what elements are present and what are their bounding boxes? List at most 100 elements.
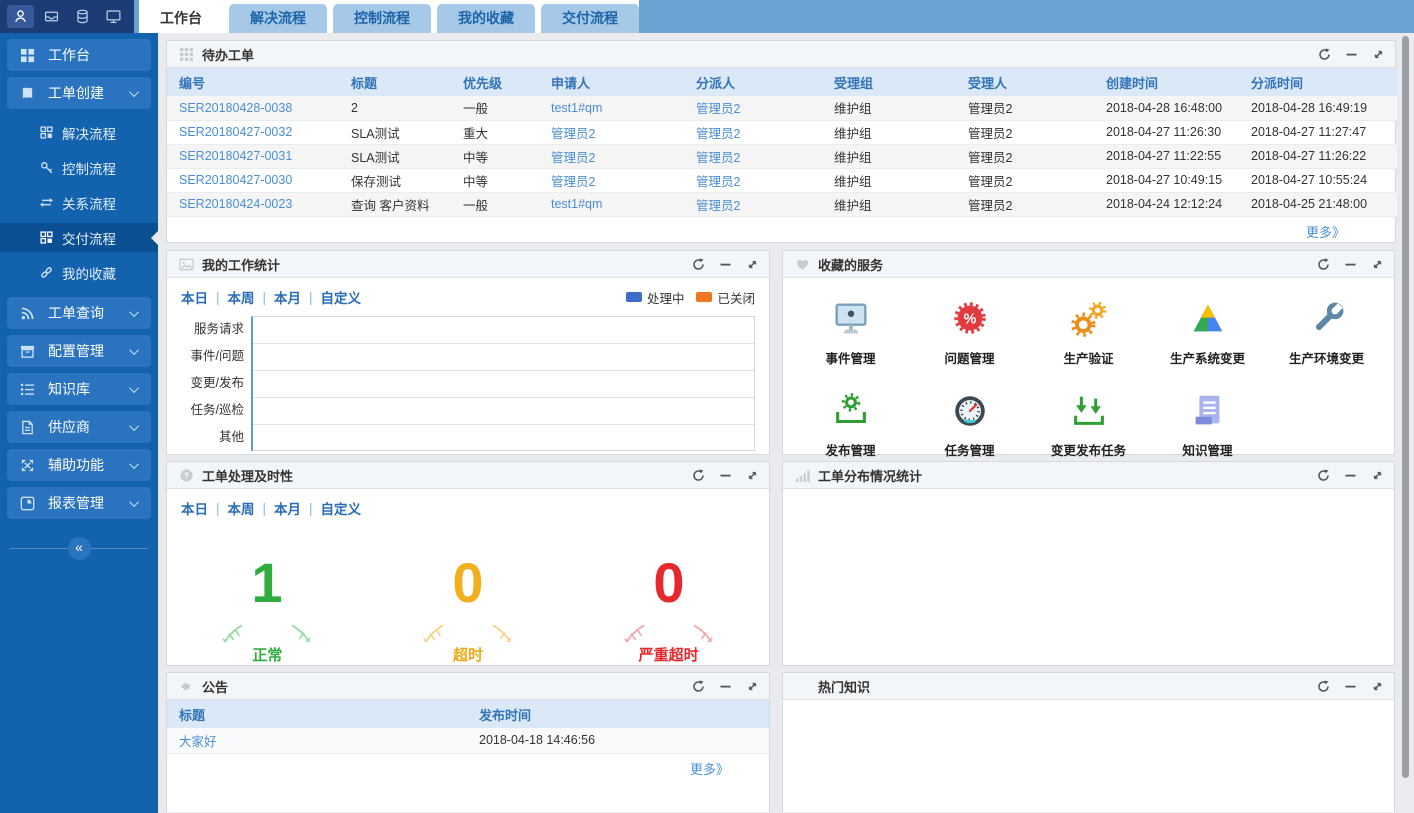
minimize-icon[interactable] xyxy=(1344,469,1357,482)
expand-icon[interactable] xyxy=(1371,469,1384,482)
timeliness-gauges: 1 正常 0 超时 0 严重超时 xyxy=(167,518,769,665)
minimize-icon[interactable] xyxy=(1344,680,1357,693)
refresh-icon[interactable] xyxy=(1317,469,1330,482)
range-tab-today[interactable]: 本日 xyxy=(181,287,208,307)
sidebar-item-aux-functions[interactable]: 辅助功能 xyxy=(7,449,151,481)
tab-control-flow[interactable]: 控制流程 xyxy=(333,4,431,33)
sidebar-subitem-solve-flow[interactable]: 解决流程 xyxy=(0,118,158,147)
timeliness-range-tabs: 本日 | 本周 | 本月 | 自定义 xyxy=(167,489,769,518)
database-icon[interactable] xyxy=(69,5,96,28)
sidebar-subitem-delivery-flow[interactable]: 交付流程 xyxy=(0,223,158,252)
panel-announcements-header: 公告 xyxy=(167,673,769,700)
sidebar-item-config-mgmt[interactable]: 配置管理 xyxy=(7,335,151,367)
dispatcher-link[interactable]: 管理员2 xyxy=(696,151,740,165)
vertical-scrollbar-thumb[interactable] xyxy=(1402,36,1409,778)
service-problem-mgmt[interactable]: % 问题管理 xyxy=(910,299,1029,367)
tab-my-favorites[interactable]: 我的收藏 xyxy=(437,4,535,33)
service-production-env-change[interactable]: 生产环境变更 xyxy=(1267,299,1386,367)
sidebar-item-ticket-create[interactable]: 工单创建 xyxy=(7,77,151,109)
ticket-id-link[interactable]: SER20180427-0031 xyxy=(179,149,292,163)
service-task-mgmt[interactable]: 任务管理 xyxy=(910,391,1029,459)
panel-favorite-services: 收藏的服务 事件管理 % 问题管理 生产验证 生产系统变更 xyxy=(782,250,1395,455)
minimize-icon[interactable] xyxy=(1344,258,1357,271)
gauge-value: 0 xyxy=(452,551,483,614)
minimize-icon[interactable] xyxy=(719,680,732,693)
sidebar-item-workbench[interactable]: 工作台 xyxy=(7,39,151,71)
range-tab-custom[interactable]: 自定义 xyxy=(321,498,362,518)
range-tab-week[interactable]: 本周 xyxy=(228,287,255,307)
requester-link[interactable]: test1#qm xyxy=(551,197,602,211)
panel-hot-knowledge-header: 热门知识 xyxy=(783,673,1394,700)
refresh-icon[interactable] xyxy=(1317,680,1330,693)
range-tab-month[interactable]: 本月 xyxy=(274,498,301,518)
sidebar-item-report-mgmt[interactable]: 报表管理 xyxy=(7,487,151,519)
expand-icon[interactable] xyxy=(1371,258,1384,271)
sidebar-item-supplier[interactable]: 供应商 xyxy=(7,411,151,443)
sidebar-subitem-relation-flow[interactable]: 关系流程 xyxy=(0,188,158,217)
panel-todo-header: 待办工单 xyxy=(167,41,1395,68)
service-release-mgmt[interactable]: 发布管理 xyxy=(791,391,910,459)
service-incident-mgmt[interactable]: 事件管理 xyxy=(791,299,910,367)
requester-link[interactable]: 管理员2 xyxy=(551,175,595,189)
book-icon xyxy=(20,86,35,101)
service-production-system-change[interactable]: 生产系统变更 xyxy=(1148,299,1267,367)
svg-text:%: % xyxy=(963,311,976,327)
expand-icon[interactable] xyxy=(746,469,759,482)
refresh-icon[interactable] xyxy=(692,680,705,693)
monitor-apple-icon xyxy=(830,299,872,339)
range-tab-custom[interactable]: 自定义 xyxy=(321,287,362,307)
monitor-icon[interactable] xyxy=(100,5,127,28)
expand-icon[interactable] xyxy=(746,680,759,693)
range-tab-month[interactable]: 本月 xyxy=(274,287,301,307)
dispatcher-link[interactable]: 管理员2 xyxy=(696,127,740,141)
refresh-icon[interactable] xyxy=(1318,48,1331,61)
service-knowledge-mgmt[interactable]: 知识管理 xyxy=(1148,391,1267,459)
inbox-icon[interactable] xyxy=(38,5,65,28)
sidebar-item-ticket-query[interactable]: 工单查询 xyxy=(7,297,151,329)
sidebar-subitem-control-flow[interactable]: 控制流程 xyxy=(0,153,158,182)
expand-icon[interactable] xyxy=(746,258,759,271)
more-link[interactable]: 更多》 xyxy=(690,762,729,777)
sidebar-collapse-row: « xyxy=(0,535,158,561)
refresh-icon[interactable] xyxy=(692,469,705,482)
expand-icon[interactable] xyxy=(1371,680,1384,693)
ticket-id-link[interactable]: SER20180424-0023 xyxy=(179,197,292,211)
tab-delivery-flow[interactable]: 交付流程 xyxy=(541,4,639,33)
more-link[interactable]: 更多》 xyxy=(1306,225,1345,240)
minimize-icon[interactable] xyxy=(719,258,732,271)
announcement-link[interactable]: 大家好 xyxy=(179,735,217,749)
range-tab-week[interactable]: 本周 xyxy=(228,498,255,518)
minimize-icon[interactable] xyxy=(1345,48,1358,61)
ticket-id-link[interactable]: SER20180428-0038 xyxy=(179,101,292,115)
file-icon xyxy=(20,420,35,435)
requester-link[interactable]: 管理员2 xyxy=(551,127,595,141)
refresh-icon[interactable] xyxy=(1317,258,1330,271)
chevron-down-icon xyxy=(129,421,139,431)
minimize-icon[interactable] xyxy=(719,469,732,482)
refresh-icon[interactable] xyxy=(692,258,705,271)
dispatcher-link[interactable]: 管理员2 xyxy=(696,102,740,116)
tab-workbench[interactable]: 工作台 xyxy=(139,4,223,33)
panel-title: 收藏的服务 xyxy=(818,255,883,274)
panel-title: 工单处理及时性 xyxy=(202,466,293,485)
panel-announcements: 公告 标题 发布时间 大家好 2018-04-18 14:46:56 更多》 xyxy=(166,672,770,812)
requester-link[interactable]: test1#qm xyxy=(551,101,602,115)
user-icon[interactable] xyxy=(7,5,34,28)
qr-grid-icon xyxy=(40,126,53,139)
sidebar-subitem-my-favorites[interactable]: 我的收藏 xyxy=(0,258,158,287)
dispatcher-link[interactable]: 管理员2 xyxy=(696,199,740,213)
ticket-id-link[interactable]: SER20180427-0032 xyxy=(179,125,292,139)
range-tab-today[interactable]: 本日 xyxy=(181,498,208,518)
service-change-release-task[interactable]: 变更发布任务 xyxy=(1029,391,1148,459)
sidebar-collapse-button[interactable]: « xyxy=(68,537,91,560)
expand-icon[interactable] xyxy=(1372,48,1385,61)
sidebar-item-knowledge-base[interactable]: 知识库 xyxy=(7,373,151,405)
panel-timeliness: ? 工单处理及时性 本日 | 本周 | 本月 | 自定义 1 xyxy=(166,461,770,666)
requester-link[interactable]: 管理员2 xyxy=(551,151,595,165)
ticket-id-link[interactable]: SER20180427-0030 xyxy=(179,173,292,187)
dispatcher-link[interactable]: 管理员2 xyxy=(696,175,740,189)
service-production-verify[interactable]: 生产验证 xyxy=(1029,299,1148,367)
speaker-icon xyxy=(178,678,194,694)
tab-solve-flow[interactable]: 解决流程 xyxy=(229,4,327,33)
sidebar: 工作台 工单创建 解决流程 控制流程 关系流程 交付流程 我的收藏 工单查询 xyxy=(0,33,158,813)
